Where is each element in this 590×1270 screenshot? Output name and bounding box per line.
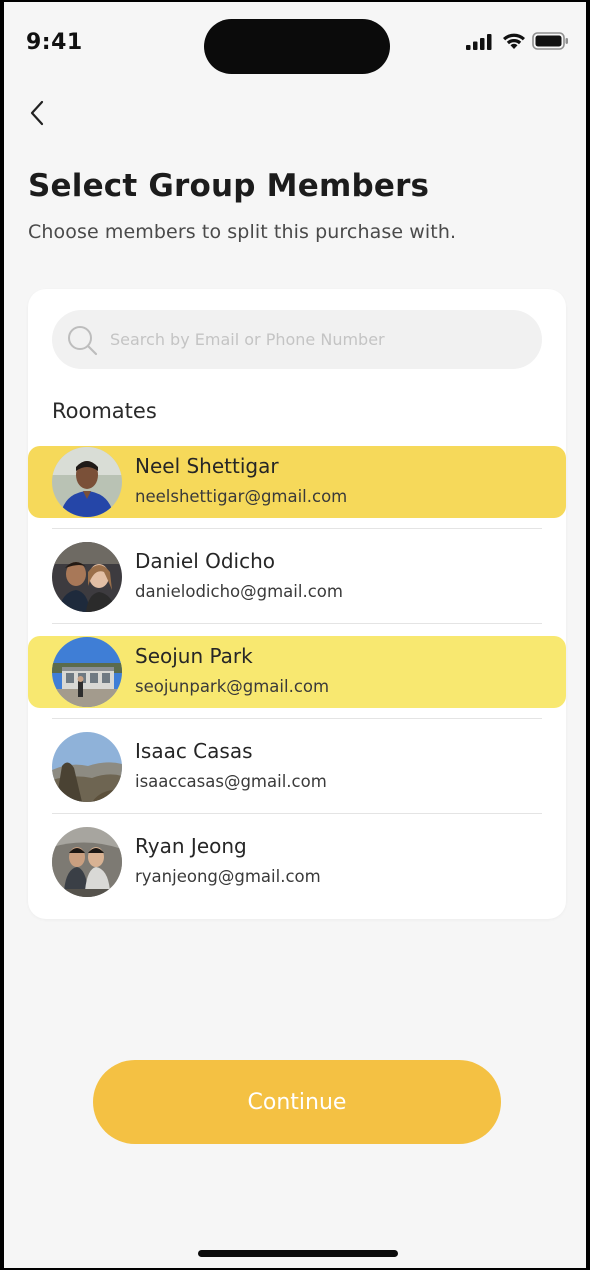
page-title: Select Group Members: [28, 168, 430, 204]
member-row[interactable]: Neel Shettigar neelshettigar@gmail.com: [28, 446, 566, 518]
back-button[interactable]: [20, 94, 54, 132]
avatar: [52, 637, 122, 707]
member-row[interactable]: Ryan Jeong ryanjeong@gmail.com: [28, 826, 566, 898]
member-email: danielodicho@gmail.com: [135, 582, 343, 601]
member-row[interactable]: Isaac Casas isaaccasas@gmail.com: [28, 731, 566, 803]
avatar: [52, 732, 122, 802]
member-email: neelshettigar@gmail.com: [135, 487, 348, 506]
wifi-icon: [503, 33, 525, 49]
avatar: [52, 827, 122, 897]
home-indicator[interactable]: [198, 1250, 398, 1257]
section-label-roommates: Roomates: [52, 399, 157, 423]
dynamic-island: [204, 19, 390, 74]
avatar: [52, 447, 122, 517]
app-screen: 9:41 Select Group Members Choose members…: [4, 2, 586, 1268]
search-input[interactable]: [110, 310, 530, 369]
member-name: Ryan Jeong: [135, 834, 247, 858]
member-row[interactable]: Seojun Park seojunpark@gmail.com: [28, 636, 566, 708]
continue-button[interactable]: Continue: [93, 1060, 501, 1144]
member-name: Daniel Odicho: [135, 549, 276, 573]
search-bar[interactable]: [52, 310, 542, 369]
avatar: [52, 542, 122, 612]
battery-icon: [532, 32, 568, 50]
page-subtitle: Choose members to split this purchase wi…: [28, 221, 457, 243]
member-name: Neel Shettigar: [135, 454, 279, 478]
divider: [52, 623, 542, 624]
members-card: Roomates Neel Shettigar neelshettigar@gm…: [28, 289, 566, 919]
member-email: seojunpark@gmail.com: [135, 677, 330, 696]
member-email: isaaccasas@gmail.com: [135, 772, 327, 791]
search-icon: [68, 326, 98, 356]
member-email: ryanjeong@gmail.com: [135, 867, 321, 886]
divider: [52, 528, 542, 529]
member-name: Isaac Casas: [135, 739, 253, 763]
divider: [52, 718, 542, 719]
status-time: 9:41: [26, 30, 83, 55]
chevron-left-icon: [30, 100, 44, 126]
member-row[interactable]: Daniel Odicho danielodicho@gmail.com: [28, 541, 566, 613]
member-name: Seojun Park: [135, 644, 253, 668]
status-icons: [466, 30, 570, 52]
divider: [52, 813, 542, 814]
status-bar: 9:41: [4, 2, 586, 82]
cellular-signal-icon: [466, 34, 492, 50]
